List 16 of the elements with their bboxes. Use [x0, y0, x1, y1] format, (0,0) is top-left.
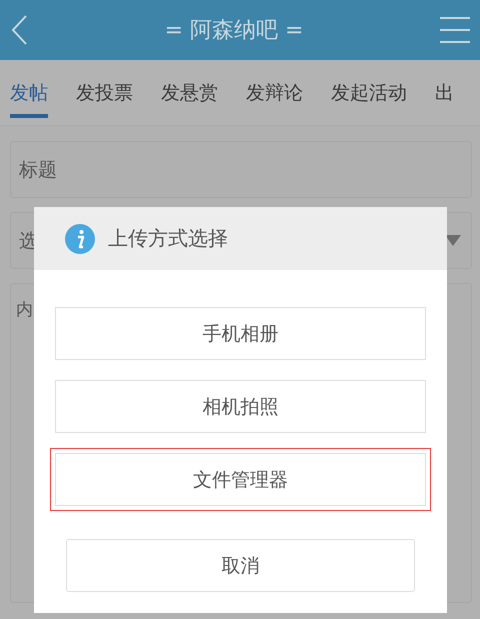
cancel-button[interactable]: 取消	[66, 539, 415, 592]
placeholder-text: 内	[16, 299, 33, 321]
tab[interactable]: 发辩论	[246, 60, 303, 118]
menu-icon[interactable]	[440, 16, 470, 44]
tab[interactable]: 发起活动	[331, 60, 407, 118]
placeholder-text: 标题	[19, 158, 57, 182]
tab[interactable]: 发悬赏	[161, 60, 218, 118]
tab[interactable]: 发投票	[76, 60, 133, 118]
tab[interactable]: 发帖	[10, 60, 48, 118]
info-icon	[65, 224, 95, 254]
option-button[interactable]: 文件管理器	[50, 448, 431, 511]
dialog-title: 上传方式选择	[108, 225, 228, 252]
title-field[interactable]: 标题	[10, 141, 472, 198]
back-icon[interactable]	[10, 14, 28, 46]
tab[interactable]: 出	[435, 60, 454, 118]
page-title: = 阿森纳吧 =	[164, 17, 304, 45]
